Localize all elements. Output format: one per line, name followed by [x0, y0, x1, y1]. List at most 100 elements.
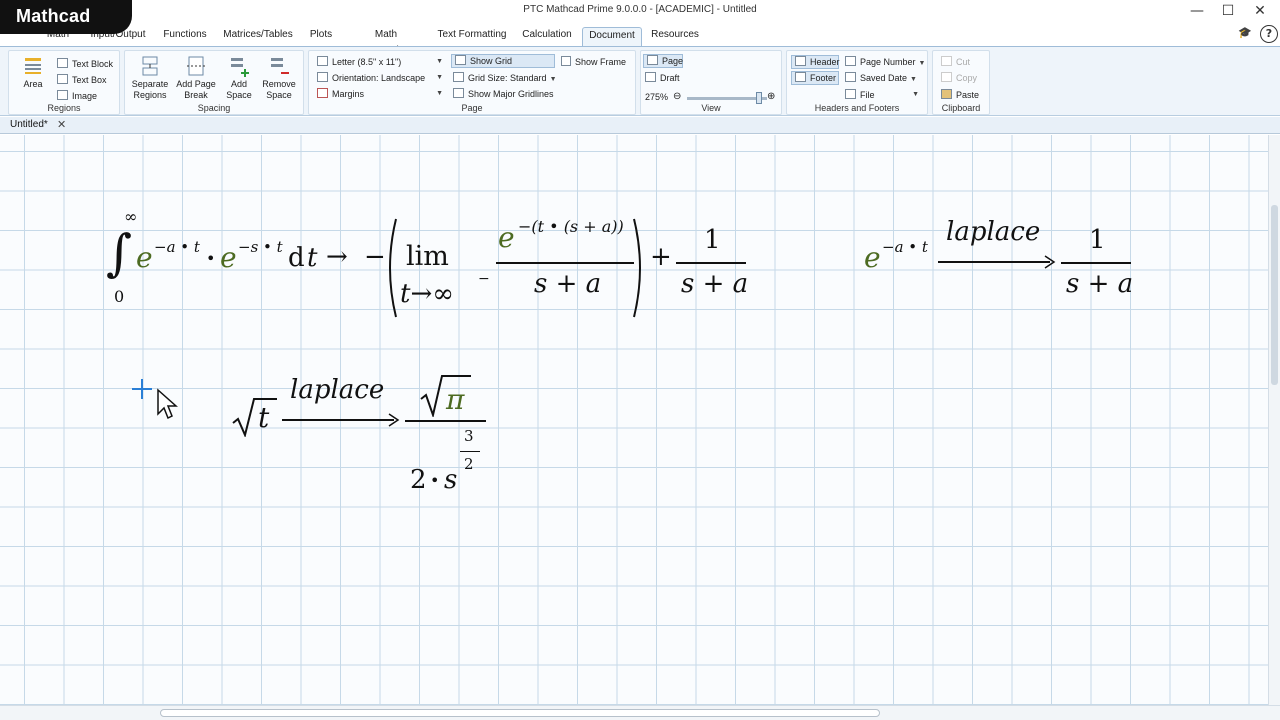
tab-matrices-tables[interactable]: Matrices/Tables [222, 27, 294, 46]
separate-label-1: Separate [131, 79, 169, 89]
group-label-spacing: Spacing [197, 103, 231, 113]
paper-icon [317, 56, 328, 66]
eq3-arrow-head-icon [388, 413, 400, 427]
page-number-dropdown[interactable]: Page Number ▼ [845, 55, 925, 69]
eq3-power-denominator: 2 [464, 455, 474, 473]
page-number-label: Page Number [860, 57, 916, 67]
tab-text-formatting[interactable]: Text Formatting [436, 27, 508, 46]
separate-regions-button[interactable]: Separate Regions [129, 55, 171, 101]
show-major-gridlines-toggle[interactable]: Show Major Gridlines [453, 87, 554, 101]
document-tab-strip: Untitled* ✕ [0, 117, 1280, 134]
copy-icon [941, 72, 952, 82]
mouse-pointer-icon [157, 388, 178, 420]
page-break-label-2: Break [184, 90, 208, 100]
eq2-denominator: s + a [1066, 269, 1134, 299]
tab-document[interactable]: Document [582, 27, 642, 46]
close-button[interactable]: ✕ [1245, 1, 1275, 21]
eq2-laplace-keyword: laplace [946, 217, 1041, 247]
text-block-button[interactable]: Text Block [57, 57, 113, 71]
limit-subscript: t→∞ [400, 279, 454, 309]
vertical-scroll-thumb[interactable] [1271, 205, 1278, 385]
major-gridlines-icon [453, 88, 464, 98]
saved-date-dropdown-arrow-icon: ▼ [910, 76, 917, 83]
plus-sign: + [650, 242, 672, 272]
saved-date-dropdown[interactable]: Saved Date ▼ [845, 71, 917, 85]
eq3-fraction-bar [405, 420, 486, 422]
add-space-button[interactable]: Add Space [221, 55, 257, 101]
zoom-slider[interactable] [687, 97, 767, 100]
text-block-icon [57, 58, 68, 68]
worksheet[interactable]: ∞ ∫ 0 e −a • t • e −s • t d t → − lim t→… [0, 135, 1268, 705]
zoom-out-icon[interactable]: ⊖ [673, 90, 681, 104]
group-label-regions: Regions [47, 103, 81, 113]
paste-label: Paste [956, 90, 980, 100]
app-logo[interactable]: Mathcad [0, 0, 132, 34]
document-tab-untitled[interactable]: Untitled* [10, 119, 48, 130]
paste-icon [941, 89, 952, 99]
grid-size-dropdown[interactable]: Grid Size: Standard ▼ [453, 71, 557, 85]
add-page-break-button[interactable]: Add Page Break [175, 55, 217, 101]
draft-view-label: Draft [660, 73, 680, 83]
eq3-denominator-var: s [444, 465, 458, 495]
close-document-icon[interactable]: ✕ [57, 118, 66, 131]
group-label-page: Page [461, 103, 483, 113]
show-frame-label: Show Frame [575, 57, 627, 67]
numerator-2: 1 [704, 225, 721, 255]
tab-calculation[interactable]: Calculation [520, 27, 574, 46]
eq3-arrow-line [282, 419, 394, 421]
footer-label: Footer [810, 73, 837, 83]
area-label: Area [23, 79, 43, 89]
eq3-power-bar [460, 451, 480, 452]
tab-plots[interactable]: Plots [304, 27, 338, 46]
horizontal-scrollbar[interactable] [0, 705, 1280, 720]
margins-dropdown[interactable]: Margins ▼ [317, 87, 445, 101]
help-icon[interactable]: ? [1260, 25, 1278, 43]
show-frame-check-icon [561, 56, 571, 66]
vertical-scrollbar[interactable] [1268, 135, 1280, 705]
paste-button[interactable]: Paste [941, 88, 979, 102]
text-box-button[interactable]: Text Box [57, 73, 107, 87]
numerator-exponent: −(t • (s + a)) [518, 217, 624, 236]
remove-space-button[interactable]: Remove Space [259, 55, 299, 101]
show-frame-checkbox[interactable]: Show Frame [561, 55, 626, 69]
image-button[interactable]: Image [57, 89, 97, 103]
area-button[interactable]: Area [15, 55, 51, 90]
title-bar: Mathcad PTC Mathcad Prime 9.0.0.0 - [ACA… [0, 0, 1280, 34]
file-dropdown[interactable]: File ▼ [845, 88, 921, 102]
maximize-button[interactable]: ☐ [1213, 1, 1243, 21]
orientation-dropdown[interactable]: Orientation: Landscape ▼ [317, 71, 445, 85]
paper-size-dropdown[interactable]: Letter (8.5" x 11") ▼ [317, 55, 445, 69]
page-view-label: Page [662, 56, 684, 66]
show-grid-toggle[interactable]: Show Grid [451, 54, 555, 68]
learning-cap-icon[interactable]: 🎓 [1236, 25, 1254, 43]
right-paren-icon [633, 218, 641, 318]
page-view-button[interactable]: Page [643, 54, 683, 68]
zoom-level: 275% [645, 92, 669, 102]
differential-var: t [307, 243, 318, 273]
margins-icon [317, 88, 328, 98]
file-label: File [860, 90, 875, 100]
footer-icon [795, 72, 806, 82]
differential-d: d [288, 243, 305, 273]
group-label-headers-footers: Headers and Footers [814, 103, 900, 113]
eq2-exponent: −a • t [882, 238, 928, 256]
separate-label-2: Regions [133, 90, 167, 100]
eq3-denominator-coef: 2 [410, 465, 427, 495]
header-label: Header [810, 57, 840, 67]
zoom-in-icon[interactable]: ⊕ [767, 90, 775, 104]
footer-button[interactable]: Footer [791, 71, 839, 85]
tab-resources[interactable]: Resources [650, 27, 700, 46]
text-box-icon [57, 74, 68, 84]
cut-button[interactable]: Cut [941, 55, 970, 69]
eq2-arrow-head-icon [1044, 255, 1056, 269]
minimize-button[interactable]: — [1182, 1, 1212, 21]
show-grid-label: Show Grid [470, 56, 513, 66]
header-button[interactable]: Header [791, 55, 840, 69]
tab-math-formatting[interactable]: Math Formatting [350, 27, 422, 56]
page-number-dropdown-arrow-icon: ▼ [918, 60, 926, 67]
draft-view-button[interactable]: Draft [645, 71, 680, 85]
horizontal-scroll-thumb[interactable] [160, 709, 880, 717]
copy-button[interactable]: Copy [941, 71, 977, 85]
saved-date-icon [845, 72, 856, 82]
tab-functions[interactable]: Functions [160, 27, 210, 46]
